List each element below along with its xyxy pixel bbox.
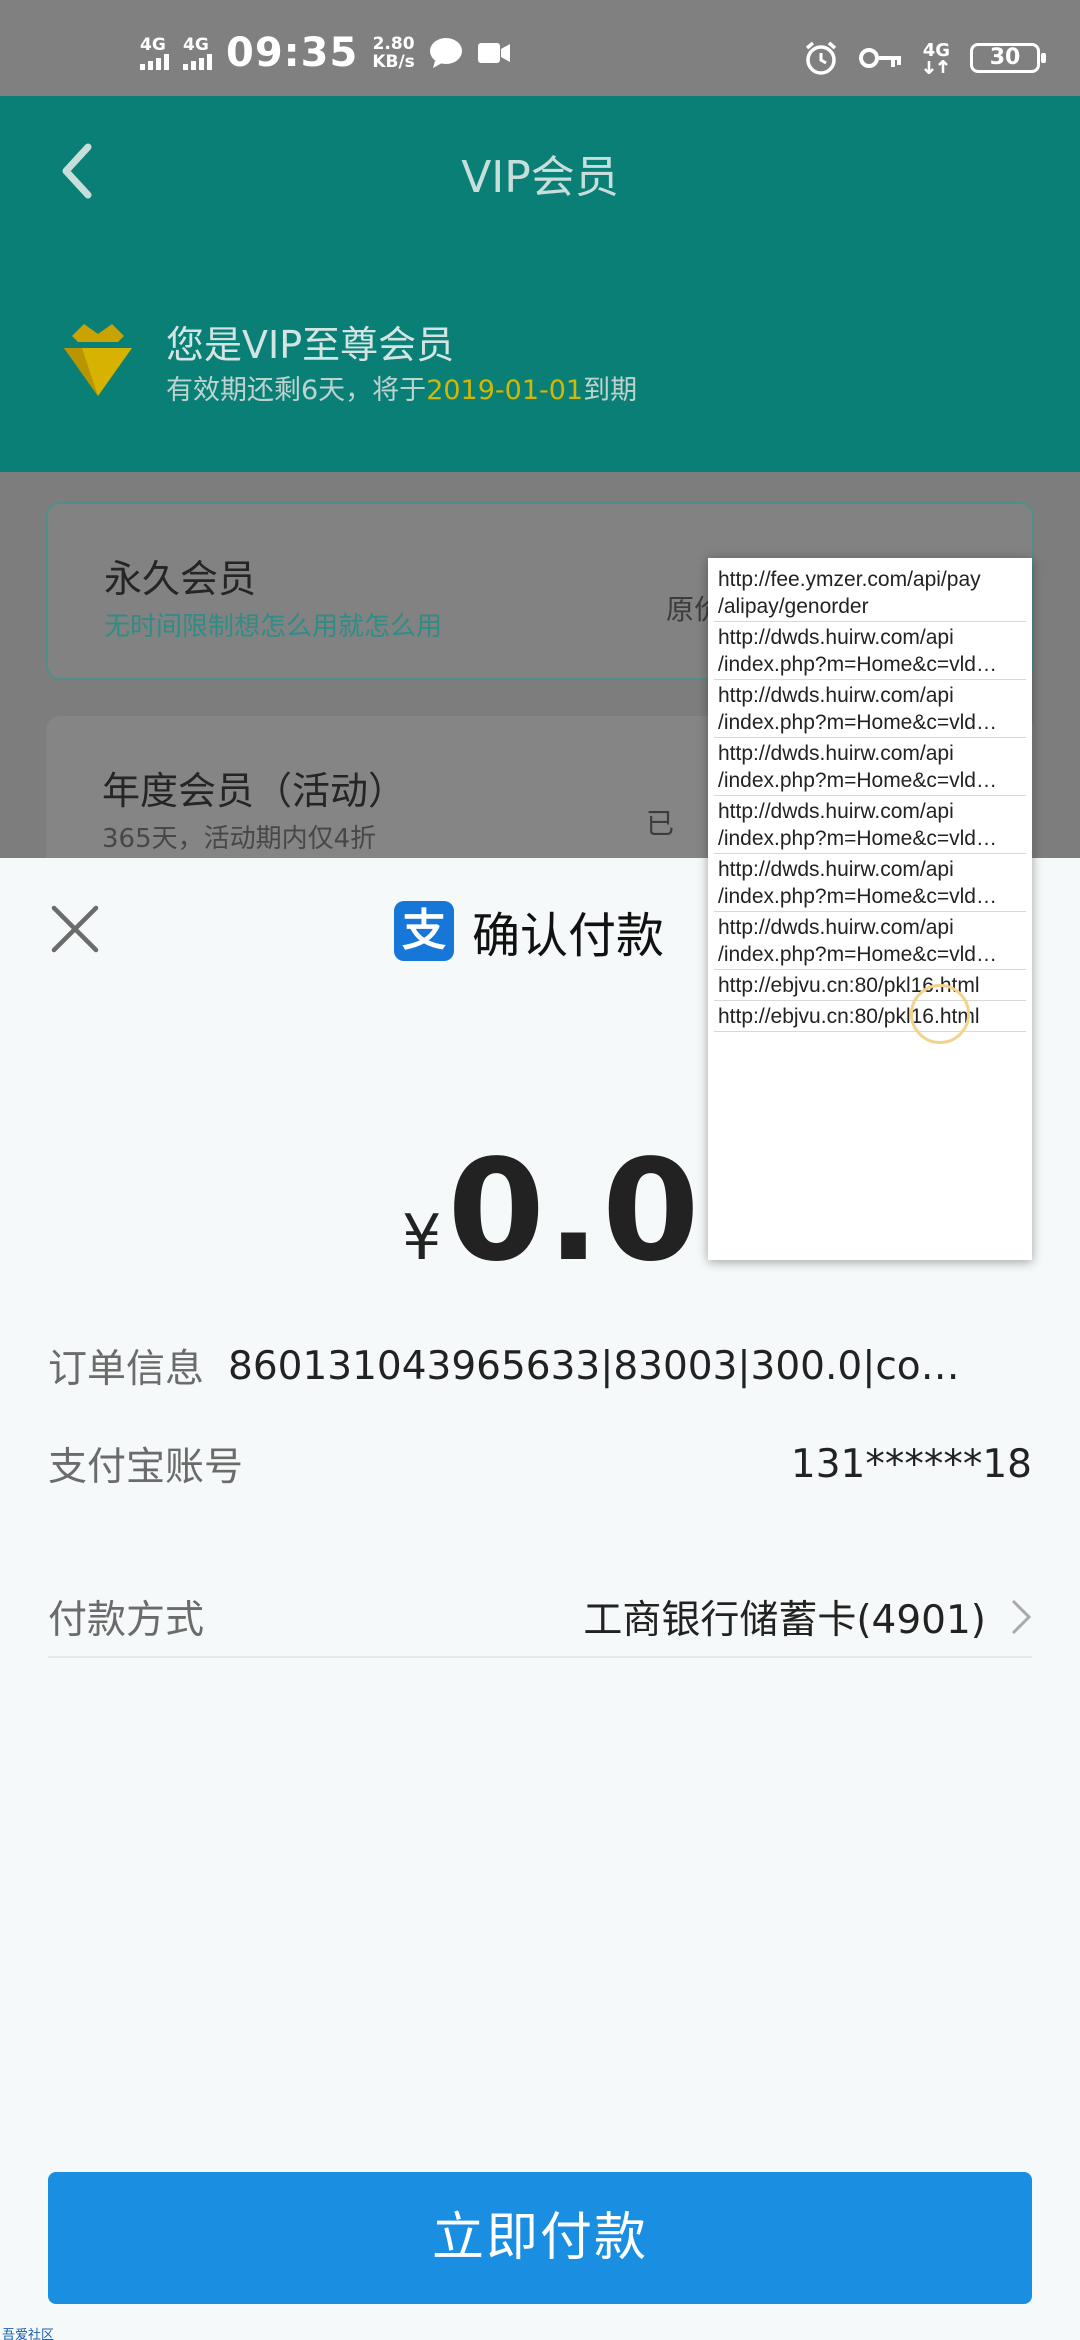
status-bar: 4G 4G 09:35 2.80 KB/s 4G 30: [0, 0, 1080, 96]
vip-expiry-prefix: 有效期还剩6天，将于: [166, 375, 427, 406]
vip-status-title: 您是VIP至尊会员: [166, 323, 455, 367]
payment-method-label: 付款方式: [48, 1598, 205, 1643]
signal-sim1: 4G: [140, 36, 169, 70]
status-left: 4G 4G 09:35 2.80 KB/s: [140, 30, 511, 76]
watermark: 吾爱社区: [2, 2328, 55, 2340]
url-entry[interactable]: http://dwds.huirw.com/api/index.php?m=Ho…: [714, 796, 1026, 854]
data-arrows-icon: [923, 60, 948, 74]
url-log-popup: http://fee.ymzer.com/api/pay/alipay/geno…: [708, 558, 1032, 1260]
url-entry[interactable]: http://dwds.huirw.com/api/index.php?m=Ho…: [714, 622, 1026, 680]
net-label: 4G: [922, 40, 950, 61]
plan-subtitle: 无时间限制想怎么用就怎么用: [104, 612, 443, 642]
plan-price-label: 已: [645, 807, 674, 840]
url-line: /index.php?m=Home&c=vld…: [718, 653, 997, 676]
status-right: 4G 30: [803, 40, 1046, 76]
touch-indicator: [910, 984, 970, 1044]
url-line: http://dwds.huirw.com/api: [718, 858, 954, 881]
payment-method-row[interactable]: 付款方式 工商银行储蓄卡(4901): [48, 1578, 1032, 1658]
vip-expiry-date: 2019-01-01: [426, 375, 584, 406]
signal-sim2: 4G: [183, 36, 212, 70]
sheet-title: 确认付款: [472, 908, 665, 964]
url-line: http://fee.ymzer.com/api/pay: [718, 568, 981, 591]
url-line: http://dwds.huirw.com/api: [718, 684, 954, 707]
url-line: http://ebjvu.cn:80/pkl16.html: [718, 1005, 980, 1028]
url-entry[interactable]: http://ebjvu.cn:80/pkl16.html: [714, 970, 1026, 1001]
account-value: 131******18: [790, 1441, 1032, 1487]
url-entry[interactable]: http://dwds.huirw.com/api/index.php?m=Ho…: [714, 854, 1026, 912]
chevron-right-icon: [1011, 1599, 1032, 1635]
signal-bars-icon: [183, 54, 212, 70]
url-entry[interactable]: http://fee.ymzer.com/api/pay/alipay/geno…: [714, 564, 1026, 622]
url-line: /alipay/genorder: [718, 595, 869, 618]
battery-icon: 30: [970, 43, 1046, 73]
payment-method-select[interactable]: 工商银行储蓄卡(4901): [583, 1589, 1032, 1645]
url-line: /index.php?m=Home&c=vld…: [718, 943, 997, 966]
url-line: http://dwds.huirw.com/api: [718, 916, 954, 939]
plan-title: 年度会员（活动）: [102, 769, 407, 813]
account-label: 支付宝账号: [48, 1445, 244, 1490]
url-line: http://ebjvu.cn:80/pkl16.html: [718, 974, 980, 997]
net-speed: 2.80 KB/s: [372, 35, 414, 71]
url-line: http://dwds.huirw.com/api: [718, 742, 954, 765]
sim1-label: 4G: [140, 35, 166, 55]
sheet-header: 支 确认付款: [394, 896, 664, 966]
key-icon: [858, 48, 901, 68]
sim2-label: 4G: [183, 35, 209, 55]
url-entry[interactable]: http://dwds.huirw.com/api/index.php?m=Ho…: [714, 680, 1026, 738]
alipay-logo-icon: 支: [394, 901, 454, 961]
plan-title: 永久会员: [104, 557, 257, 601]
vip-expiry-suffix: 到期: [583, 375, 638, 406]
signal-bars-icon: [140, 54, 169, 70]
network-4g: 4G: [923, 42, 950, 74]
order-info-row: 订单信息 860131043965633|83003|300.0|co…: [48, 1338, 1032, 1394]
url-entry[interactable]: http://ebjvu.cn:80/pkl16.html: [714, 1001, 1026, 1032]
url-line: /index.php?m=Home&c=vld…: [718, 827, 997, 850]
plan-subtitle: 365天，活动期内仅4折: [102, 824, 377, 854]
alarm-clock-icon: [805, 41, 836, 75]
url-line: http://dwds.huirw.com/api: [718, 800, 954, 823]
message-bubble-icon: [429, 38, 462, 68]
url-line: /index.php?m=Home&c=vld…: [718, 711, 997, 734]
net-speed-unit: KB/s: [372, 52, 415, 72]
net-speed-value: 2.80: [372, 34, 415, 54]
url-line: http://dwds.huirw.com/api: [718, 626, 954, 649]
pay-now-button[interactable]: 立即付款: [48, 2172, 1032, 2304]
url-entry[interactable]: http://dwds.huirw.com/api/index.php?m=Ho…: [714, 738, 1026, 796]
close-icon[interactable]: [50, 904, 100, 954]
url-line: /index.php?m=Home&c=vld…: [718, 885, 997, 908]
clock: 09:35: [226, 30, 359, 76]
page-title: VIP会员: [461, 152, 619, 203]
crown-diamond-icon: [64, 324, 132, 396]
url-entry[interactable]: http://dwds.huirw.com/api/index.php?m=Ho…: [714, 912, 1026, 970]
order-info-label: 订单信息: [48, 1347, 205, 1392]
account-row: 支付宝账号 131******18: [48, 1436, 1032, 1492]
url-line: /index.php?m=Home&c=vld…: [718, 769, 997, 792]
vip-expiry: 有效期还剩6天，将于2019-01-01到期: [166, 368, 637, 407]
video-camera-icon: [477, 43, 510, 63]
payment-method-value: 工商银行储蓄卡(4901): [583, 1598, 986, 1643]
order-info-value: 860131043965633|83003|300.0|co…: [228, 1343, 960, 1389]
currency-symbol: ¥: [402, 1201, 442, 1274]
vip-header: VIP会员 您是VIP至尊会员 有效期还剩6天，将于2019-01-01到期: [0, 96, 1080, 472]
